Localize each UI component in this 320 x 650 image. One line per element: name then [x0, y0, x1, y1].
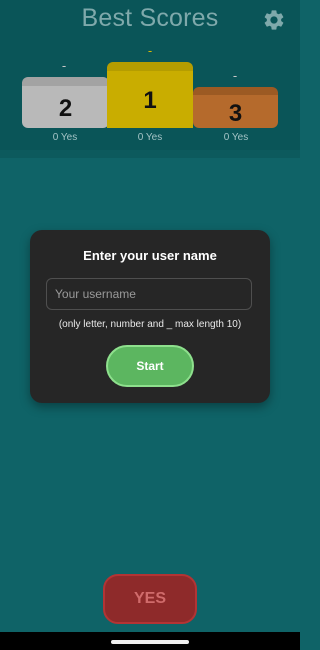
username-dialog: Enter your user name (only letter, numbe… — [30, 230, 270, 403]
header-divider — [0, 150, 300, 158]
first-place-rank: 1 — [143, 87, 157, 114]
gear-icon[interactable] — [262, 8, 286, 32]
username-input[interactable] — [46, 278, 252, 310]
third-place-name: - — [232, 68, 238, 83]
start-button[interactable]: Start — [106, 345, 194, 387]
second-place-score: 0 Yes — [52, 132, 78, 143]
second-place-rank: 2 — [58, 95, 73, 122]
yes-button[interactable]: YES — [103, 574, 197, 624]
third-place-rank: 3 — [228, 100, 243, 127]
third-place-step: 3 — [193, 95, 278, 128]
scoreboard-header: Best Scores - 2 0 Yes - 1 0 Yes - 3 0 Ye… — [0, 0, 300, 158]
page-title: Best Scores — [81, 4, 219, 32]
third-place-score: 0 Yes — [223, 132, 249, 143]
second-place-step: 2 — [22, 86, 109, 128]
first-place-score: 0 Yes — [137, 132, 163, 143]
game-screen: Best Scores - 2 0 Yes - 1 0 Yes - 3 0 Ye… — [0, 0, 300, 650]
dialog-title: Enter your user name — [83, 248, 217, 263]
username-hint: (only letter, number and _ max length 10… — [58, 319, 242, 330]
first-place-step: 1 — [107, 71, 193, 128]
second-place-name: - — [61, 58, 67, 73]
home-indicator[interactable] — [111, 640, 189, 644]
first-place-name: - — [147, 43, 153, 58]
